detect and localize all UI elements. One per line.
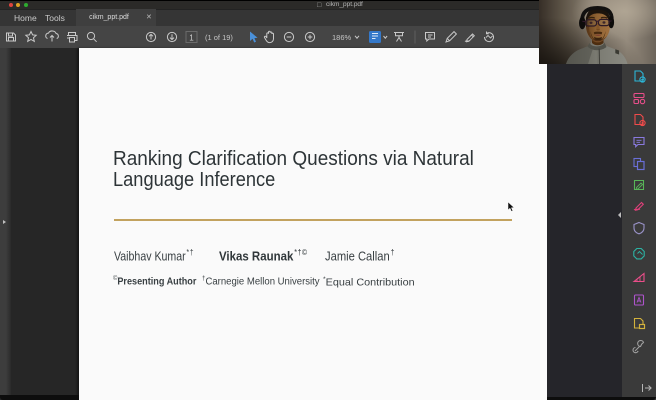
svg-text:(1 of 19): (1 of 19) — [205, 33, 233, 42]
svg-text:1: 1 — [189, 34, 194, 43]
svg-text:186%: 186% — [332, 33, 352, 42]
